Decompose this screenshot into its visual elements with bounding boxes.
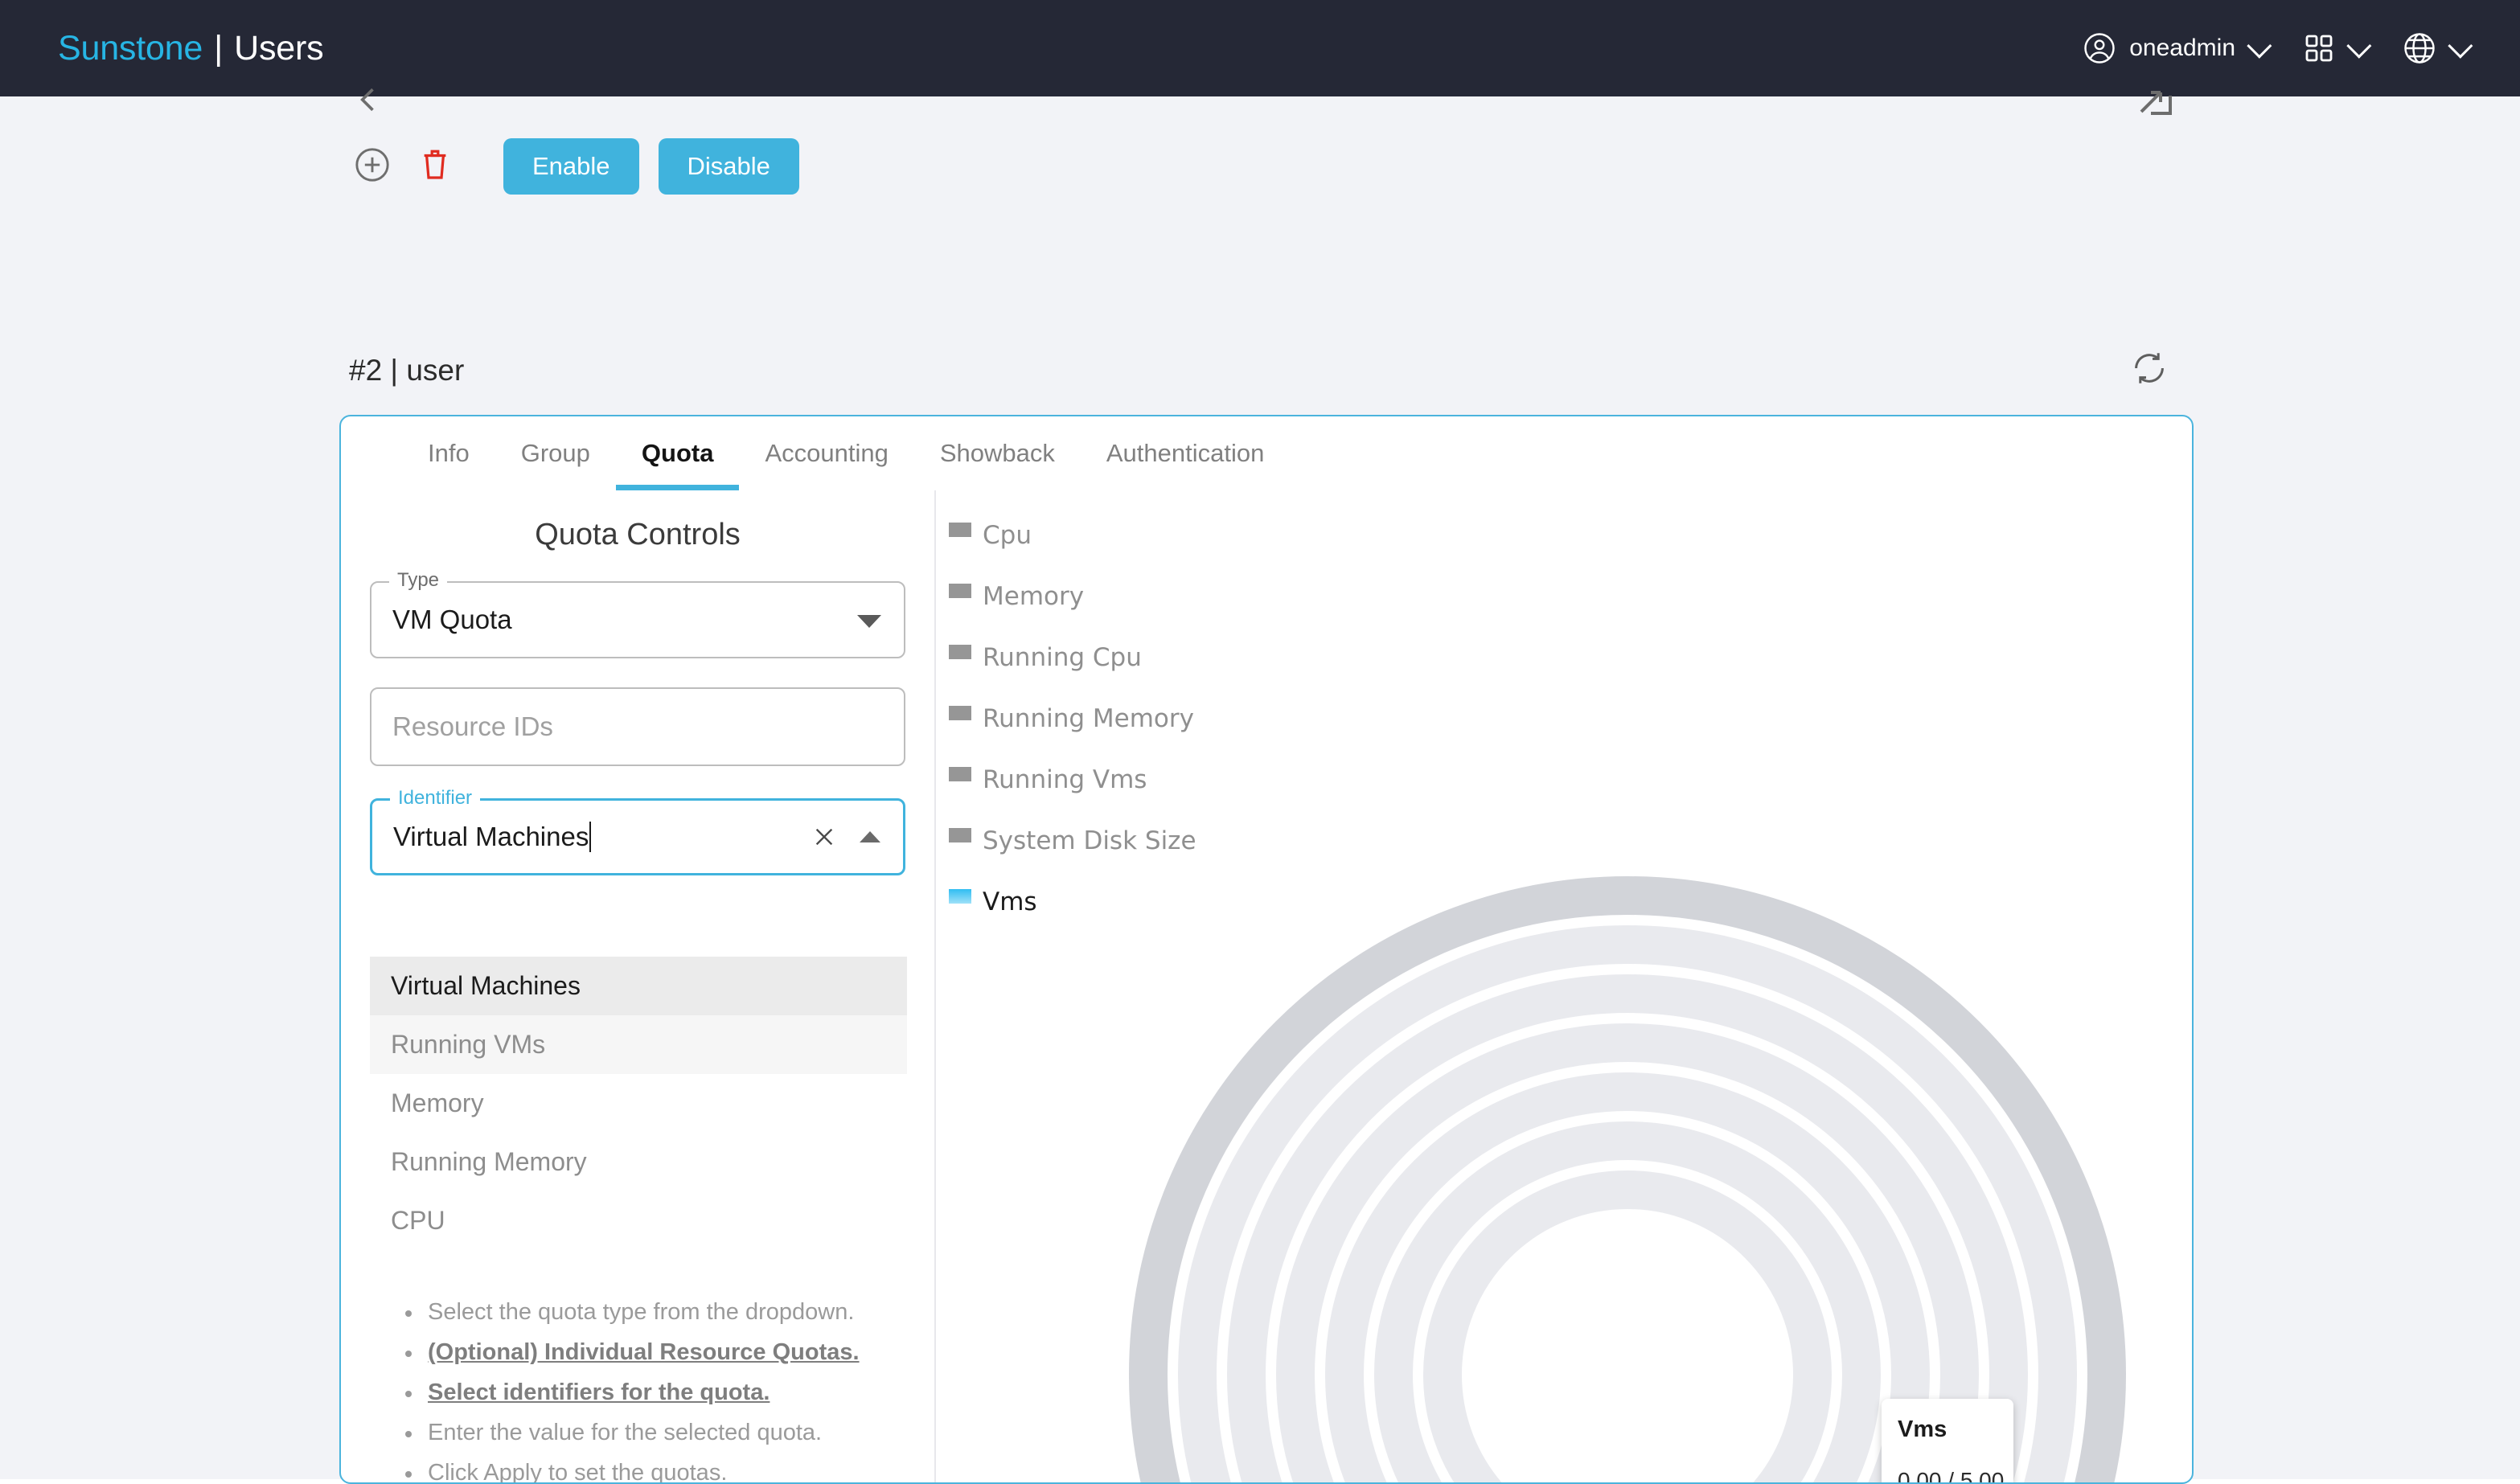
quota-controls-heading: Quota Controls bbox=[535, 518, 741, 551]
tab-showback[interactable]: Showback bbox=[914, 416, 1081, 490]
language-menu[interactable] bbox=[2403, 31, 2473, 65]
brand-logo[interactable]: Sunstone | Users bbox=[58, 28, 324, 68]
quota-controls-panel: Quota Controls Type VM Quota Resource ID… bbox=[341, 490, 936, 1482]
gauge-ring-track[interactable] bbox=[1423, 1170, 1832, 1484]
legend-item-running-cpu[interactable]: Running Cpu bbox=[949, 633, 1327, 682]
chevron-down-icon bbox=[2448, 33, 2473, 59]
quota-type-select[interactable]: Type VM Quota bbox=[370, 569, 905, 658]
record-detail-card: Info Group Quota Accounting Showback Aut… bbox=[339, 415, 2194, 1484]
legend-item-cpu[interactable]: Cpu bbox=[949, 511, 1327, 560]
identifier-label: Identifier bbox=[390, 787, 481, 810]
back-button[interactable] bbox=[351, 82, 386, 117]
expand-arrows-icon[interactable] bbox=[2135, 79, 2183, 119]
chart-legend: Cpu Memory Running Cpu Running Memory Ru… bbox=[949, 511, 1327, 939]
legend-swatch-icon bbox=[949, 645, 971, 659]
list-item: Select the quota type from the dropdown. bbox=[394, 1294, 909, 1330]
brand-separator: | bbox=[214, 28, 224, 68]
legend-label: Vms bbox=[983, 888, 1037, 916]
legend-item-system-disk-size[interactable]: System Disk Size bbox=[949, 817, 1327, 865]
legend-label: System Disk Size bbox=[983, 826, 1196, 855]
quota-chart-panel: Cpu Memory Running Cpu Running Memory Ru… bbox=[936, 490, 2192, 1484]
legend-swatch-icon bbox=[949, 706, 971, 720]
help-link-individual-resource-quotas[interactable]: (Optional) Individual Resource Quotas. bbox=[394, 1334, 909, 1370]
legend-swatch-icon bbox=[949, 889, 971, 904]
add-button[interactable] bbox=[341, 135, 404, 198]
help-link-select-identifiers[interactable]: Select identifiers for the quota. bbox=[394, 1375, 909, 1410]
legend-label: Memory bbox=[983, 582, 1085, 611]
globe-icon bbox=[2403, 31, 2436, 65]
delete-button[interactable] bbox=[404, 135, 466, 198]
legend-item-running-vms[interactable]: Running Vms bbox=[949, 756, 1327, 804]
record-toolbar: Enable Disable bbox=[341, 135, 799, 198]
page-title: #2 | user bbox=[349, 354, 465, 387]
quota-type-label: Type bbox=[389, 569, 448, 592]
tab-group[interactable]: Group bbox=[495, 416, 616, 490]
trash-icon bbox=[418, 146, 452, 187]
tab-quota[interactable]: Quota bbox=[615, 416, 740, 490]
quota-type-value: VM Quota bbox=[392, 605, 512, 634]
identifier-option-cpu[interactable]: CPU bbox=[370, 1191, 907, 1250]
tooltip-title: Vms bbox=[1898, 1416, 1947, 1442]
plus-circle-icon bbox=[354, 146, 391, 187]
legend-item-vms[interactable]: Vms bbox=[949, 878, 1327, 926]
identifier-option-virtual-machines[interactable]: Virtual Machines bbox=[370, 957, 907, 1015]
identifier-value: Virtual Machines bbox=[393, 822, 589, 851]
top-nav-actions: oneadmin bbox=[2083, 31, 2473, 65]
identifier-option-running-memory[interactable]: Running Memory bbox=[370, 1133, 907, 1191]
enable-button[interactable]: Enable bbox=[503, 138, 639, 195]
page-section-title: Users bbox=[234, 28, 324, 68]
quota-help-list: Select the quota type from the dropdown.… bbox=[394, 1294, 909, 1482]
legend-label: Running Memory bbox=[983, 704, 1194, 733]
brand-name: Sunstone bbox=[58, 28, 203, 68]
legend-swatch-icon bbox=[949, 828, 971, 842]
legend-label: Running Cpu bbox=[983, 643, 1142, 672]
text-caret bbox=[589, 822, 592, 852]
close-x-icon[interactable] bbox=[811, 824, 837, 850]
user-circle-icon bbox=[2083, 31, 2116, 65]
apps-menu[interactable] bbox=[2303, 32, 2372, 64]
user-menu-label: oneadmin bbox=[2129, 35, 2235, 61]
list-item: Click Apply to set the quotas. bbox=[394, 1455, 909, 1482]
identifier-options-list: Virtual Machines Running VMs Memory Runn… bbox=[370, 957, 907, 1250]
grid-apps-icon bbox=[2303, 32, 2335, 64]
tab-accounting[interactable]: Accounting bbox=[739, 416, 913, 490]
chart-tooltip: Vms 0.00 / 5.00 0.00% bbox=[1882, 1399, 2013, 1484]
identifier-option-running-vms[interactable]: Running VMs bbox=[370, 1015, 907, 1074]
legend-swatch-icon bbox=[949, 767, 971, 781]
identifier-option-memory[interactable]: Memory bbox=[370, 1074, 907, 1133]
disable-button[interactable]: Disable bbox=[658, 138, 799, 195]
legend-swatch-icon bbox=[949, 523, 971, 537]
tab-info[interactable]: Info bbox=[402, 416, 495, 490]
legend-item-running-memory[interactable]: Running Memory bbox=[949, 695, 1327, 743]
resource-ids-input[interactable]: Resource IDs bbox=[370, 687, 905, 766]
chevron-down-icon bbox=[2247, 33, 2272, 59]
refresh-icon bbox=[2130, 349, 2169, 391]
quota-tab-content: Quota Controls Type VM Quota Resource ID… bbox=[341, 490, 2192, 1484]
legend-item-memory[interactable]: Memory bbox=[949, 572, 1327, 621]
resource-ids-placeholder: Resource IDs bbox=[392, 711, 553, 741]
tab-authentication[interactable]: Authentication bbox=[1081, 416, 1290, 490]
page-body: Enable Disable #2 | user Info Group Quot… bbox=[0, 88, 2520, 1484]
refresh-button[interactable] bbox=[2127, 347, 2172, 392]
chevron-down-icon bbox=[2346, 33, 2372, 59]
caret-up-icon[interactable] bbox=[860, 831, 880, 842]
tooltip-ratio: 0.00 / 5.00 bbox=[1898, 1468, 2005, 1484]
legend-label: Running Vms bbox=[983, 765, 1147, 794]
list-item: Enter the value for the selected quota. bbox=[394, 1415, 909, 1450]
identifier-combobox[interactable]: Identifier Virtual Machines bbox=[370, 787, 905, 875]
legend-swatch-icon bbox=[949, 584, 971, 598]
user-menu[interactable]: oneadmin bbox=[2083, 31, 2272, 65]
detail-tabs: Info Group Quota Accounting Showback Aut… bbox=[341, 416, 2192, 490]
legend-label: Cpu bbox=[983, 521, 1032, 550]
caret-down-icon bbox=[857, 615, 881, 628]
